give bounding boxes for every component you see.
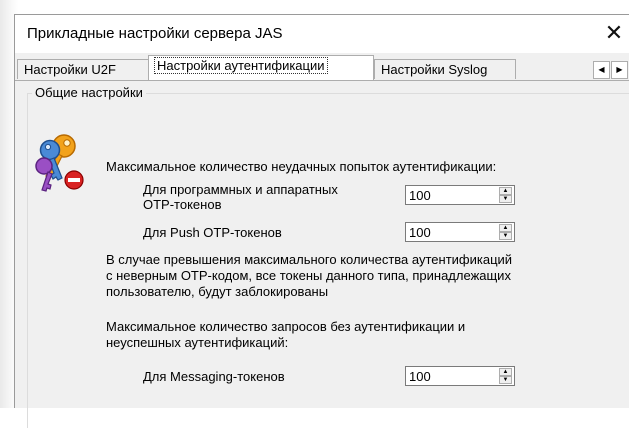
tab-scroll-buttons: ◀ ▶ <box>593 61 629 81</box>
stepper-down-icon[interactable]: ▼ <box>499 232 512 240</box>
tab-syslog-settings[interactable]: Настройки Syslog <box>374 59 516 79</box>
stepper-up-icon[interactable]: ▲ <box>499 187 512 195</box>
failed-attempts-heading: Максимальное количество неудачных попыто… <box>106 159 497 174</box>
stepper-arrows: ▲ ▼ <box>499 224 512 240</box>
software-hardware-otp-label-line2: OTP-токенов <box>143 197 222 212</box>
tab-u2f-settings[interactable]: Настройки U2F <box>17 59 150 79</box>
tab-scroll-right-icon[interactable]: ▶ <box>611 61 628 79</box>
window-title: Прикладные настройки сервера JAS <box>27 25 283 42</box>
group-title: Общие настройки <box>32 85 146 100</box>
stepper-up-icon[interactable]: ▲ <box>499 368 512 376</box>
messaging-token-input[interactable] <box>409 368 484 384</box>
title-bar: Прикладные настройки сервера JAS ✕ <box>15 15 629 53</box>
software-hardware-otp-stepper[interactable]: ▲ ▼ <box>405 185 515 205</box>
keys-with-block-icon <box>35 134 84 192</box>
warning-text-line2: с неверным OTP-кодом, все токены данного… <box>106 268 511 283</box>
tab-u2f-label: Настройки U2F <box>24 62 116 77</box>
warning-text-line3: пользователю, будут заблокированы <box>106 284 329 299</box>
push-otp-input[interactable] <box>409 224 484 240</box>
stepper-down-icon[interactable]: ▼ <box>499 376 512 384</box>
stepper-up-icon[interactable]: ▲ <box>499 224 512 232</box>
tab-authentication-label: Настройки аутентификации <box>154 57 328 74</box>
stepper-arrows: ▲ ▼ <box>499 368 512 384</box>
messaging-token-label: Для Messaging-токенов <box>143 369 285 384</box>
tab-panel-authentication: Общие настройки Максимальное количество … <box>15 80 629 428</box>
software-hardware-otp-input[interactable] <box>409 187 484 203</box>
tab-syslog-label: Настройки Syslog <box>381 62 488 77</box>
push-otp-label: Для Push OTP-токенов <box>143 225 282 240</box>
tab-scroll-left-icon[interactable]: ◀ <box>593 61 610 79</box>
settings-dialog: Прикладные настройки сервера JAS ✕ Настр… <box>14 14 629 428</box>
stepper-down-icon[interactable]: ▼ <box>499 195 512 203</box>
requests-heading-line1: Максимальное количество запросов без аут… <box>106 319 466 334</box>
software-hardware-otp-label-line1: Для программных и аппаратных <box>143 182 338 197</box>
push-otp-stepper[interactable]: ▲ ▼ <box>405 222 515 242</box>
stepper-arrows: ▲ ▼ <box>499 187 512 203</box>
tab-authentication-settings[interactable]: Настройки аутентификации <box>148 55 374 80</box>
warning-text-line1: В случае превышения максимального количе… <box>106 252 513 267</box>
close-icon[interactable]: ✕ <box>599 21 629 47</box>
requests-heading-line2: неуспешных аутентификаций: <box>106 335 289 350</box>
tab-strip: Настройки U2F Настройки аутентификации Н… <box>15 53 629 80</box>
messaging-token-stepper[interactable]: ▲ ▼ <box>405 366 515 386</box>
